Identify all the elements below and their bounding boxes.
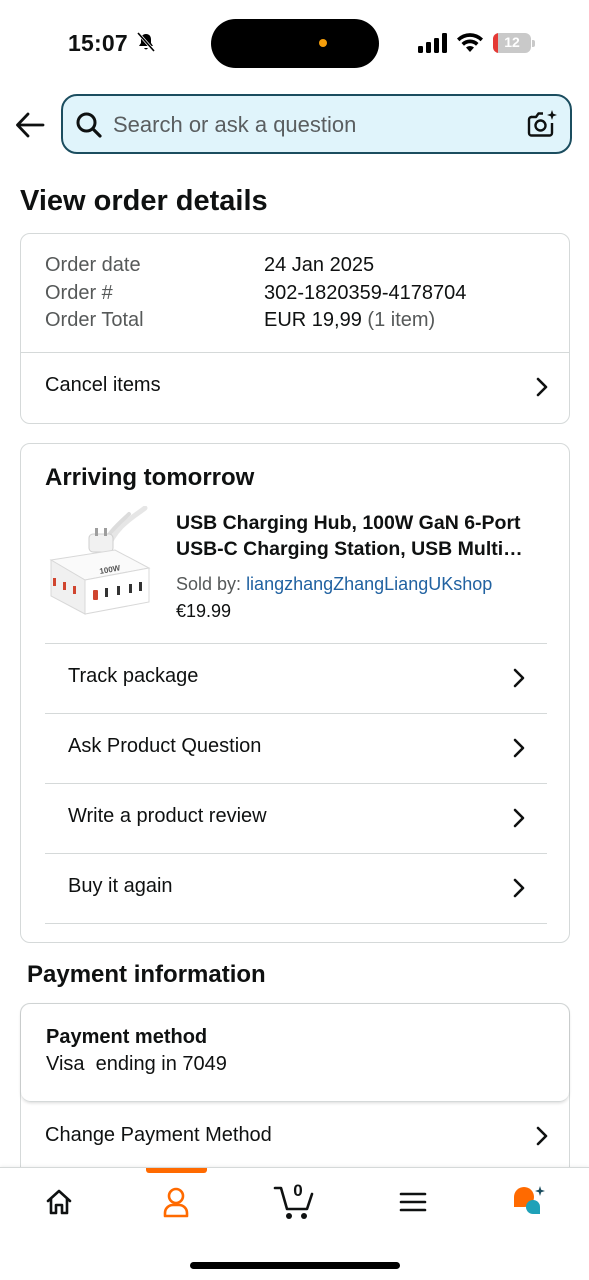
rufus-assistant-icon: [514, 1186, 545, 1214]
divider: [45, 923, 547, 924]
battery-level: 12: [504, 34, 520, 50]
cancel-items-label: Cancel items: [45, 374, 161, 396]
order-total-label: Order Total: [45, 309, 144, 331]
cart-icon: [273, 1186, 314, 1219]
product-image[interactable]: 100W: [45, 505, 153, 618]
payment-method-value: Visa ending in 7049: [46, 1053, 227, 1075]
search-bar[interactable]: [61, 94, 572, 154]
wifi-icon: [456, 32, 484, 58]
write-review-label: Write a product review: [68, 805, 267, 827]
order-number-value: 302-1820359-4178704: [264, 282, 467, 304]
track-package-label: Track package: [68, 665, 199, 687]
order-date-label: Order date: [45, 254, 141, 276]
order-total-amount: EUR 19,99: [264, 309, 362, 331]
buy-it-again-label: Buy it again: [68, 875, 173, 897]
privacy-indicator-dot: [319, 39, 327, 47]
menu-icon: [399, 1192, 427, 1212]
battery-indicator: 12: [493, 33, 535, 53]
status-time: 15:07: [68, 30, 128, 56]
seller-link[interactable]: liangzhangZhangLiangUKshop: [246, 574, 492, 594]
camera-search-icon[interactable]: [527, 109, 559, 144]
delivery-status: Arriving tomorrow: [45, 464, 255, 491]
chevron-right-icon: [513, 878, 525, 898]
payment-method-heading: Payment method: [46, 1026, 208, 1048]
dynamic-island: [211, 19, 379, 68]
track-package-link[interactable]: Track package: [45, 644, 547, 713]
chevron-right-icon: [536, 377, 548, 397]
change-payment-method-label: Change Payment Method: [45, 1124, 272, 1146]
status-bar: 15:07 12: [0, 0, 589, 88]
write-review-link[interactable]: Write a product review: [45, 784, 547, 853]
order-item-count: (1 item): [367, 309, 436, 331]
order-number-label: Order #: [45, 282, 113, 304]
cancel-items-link[interactable]: Cancel items: [21, 353, 569, 423]
home-icon: [46, 1189, 72, 1215]
nav-rufus[interactable]: [489, 1168, 569, 1238]
cellular-signal-icon: [418, 33, 448, 58]
chevron-right-icon: [536, 1126, 548, 1146]
buy-it-again-link[interactable]: Buy it again: [45, 854, 547, 923]
search-input[interactable]: [113, 110, 513, 140]
chevron-right-icon: [513, 808, 525, 828]
shipment-card: Arriving tomorrow 100W USB Charging Hub,…: [20, 443, 570, 943]
nav-home[interactable]: [19, 1168, 99, 1238]
order-date-value: 24 Jan 2025: [264, 254, 375, 276]
product-price: €19.99: [176, 601, 232, 621]
order-total-value: EUR 19,99 (1 item): [264, 309, 435, 332]
silent-mode-icon: [136, 32, 156, 57]
chevron-right-icon: [513, 668, 525, 688]
battery-cap: [532, 40, 535, 47]
sold-by-label: Sold by:: [176, 574, 242, 594]
product-title-line-2: USB-C Charging Station, USB Multi…: [176, 538, 523, 560]
payment-section-title: Payment information: [27, 961, 266, 988]
nav-menu[interactable]: [373, 1168, 453, 1238]
order-summary-card: Order date 24 Jan 2025 Order # 302-18203…: [20, 233, 570, 424]
account-icon: [163, 1187, 189, 1218]
product-title-link[interactable]: USB Charging Hub, 100W GaN 6-Port USB-C …: [176, 510, 556, 562]
payment-method-block: Payment method Visa ending in 7049: [21, 1004, 569, 1102]
search-icon: [75, 111, 103, 144]
change-payment-method-link[interactable]: Change Payment Method: [21, 1104, 569, 1166]
nav-cart[interactable]: 0: [255, 1168, 335, 1238]
ask-product-question-link[interactable]: Ask Product Question: [45, 714, 547, 783]
back-arrow-icon[interactable]: [14, 110, 46, 140]
battery-body: 12: [493, 33, 531, 53]
product-title-line-1: USB Charging Hub, 100W GaN 6-Port: [176, 512, 521, 534]
home-indicator: [190, 1262, 400, 1269]
ask-product-question-label: Ask Product Question: [68, 735, 262, 757]
sold-by: Sold by: liangzhangZhangLiangUKshop: [176, 574, 492, 595]
chevron-right-icon: [513, 738, 525, 758]
nav-account[interactable]: [136, 1168, 216, 1238]
page-title: View order details: [20, 185, 268, 217]
